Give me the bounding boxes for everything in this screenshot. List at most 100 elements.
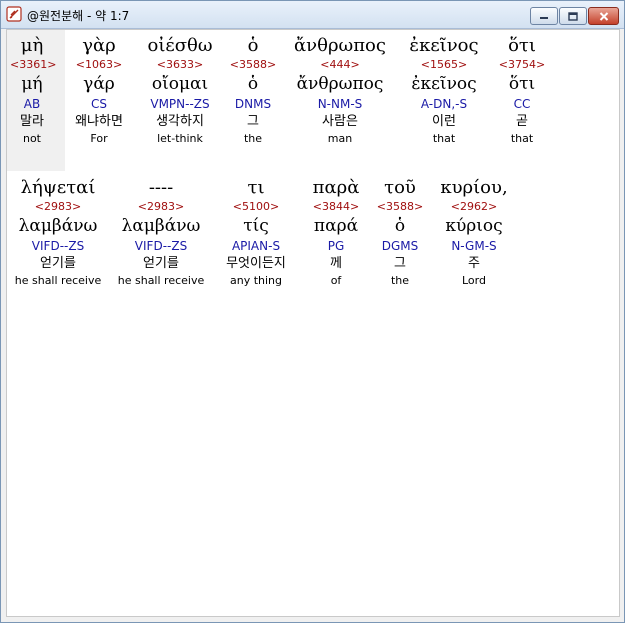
word-column[interactable]: ὁ <3588> ὁ DNMS 그 the xyxy=(227,34,279,146)
morphology-code: CS xyxy=(91,97,107,111)
korean-gloss: 사람은 xyxy=(322,114,358,129)
english-gloss: let-think xyxy=(157,132,203,145)
word-column[interactable]: γὰρ <1063> γάρ CS 왜냐하면 For xyxy=(64,34,134,146)
morphology-code: APIAN-S xyxy=(231,239,281,253)
morphology-code: VMPN--ZS xyxy=(150,97,210,111)
english-gloss: of xyxy=(330,274,342,287)
strong-number: <1565> xyxy=(420,58,468,71)
korean-gloss: 그 xyxy=(394,256,406,271)
korean-gloss: 주 xyxy=(468,256,480,271)
english-gloss: the xyxy=(390,274,410,287)
word-column[interactable]: λήψεταί <2983> λαμβάνω VIFD--ZS 얻기를 he s… xyxy=(7,176,109,288)
korean-gloss: 생각하지 xyxy=(156,114,204,129)
english-gloss: Lord xyxy=(462,274,486,287)
morphology-code: N-GM-S xyxy=(451,239,497,253)
window-title: @원전분해 - 약 1:7 xyxy=(27,9,130,23)
morphology-code: CC xyxy=(513,97,531,111)
lemma: οἴομαι xyxy=(151,74,209,94)
english-gloss: that xyxy=(510,132,534,145)
strong-number: <2983> xyxy=(34,200,82,213)
strong-number: <3633> xyxy=(156,58,204,71)
english-gloss: he shall receive xyxy=(14,274,102,287)
minimize-button[interactable] xyxy=(530,7,558,25)
english-gloss: For xyxy=(90,132,108,145)
lemma: ἐκεῖνος xyxy=(411,74,477,94)
strong-number: <3754> xyxy=(498,58,546,71)
english-gloss: not xyxy=(22,132,41,145)
word-column[interactable]: τοῦ <3588> ὁ DGMS 그 the xyxy=(373,176,427,288)
lemma: ἄνθρωπος xyxy=(296,74,384,94)
lemma: κύριος xyxy=(445,216,503,236)
greek-word: ὁ xyxy=(247,35,259,56)
greek-word: τι xyxy=(247,177,265,198)
greek-word: μὴ xyxy=(20,35,44,56)
english-gloss: he shall receive xyxy=(117,274,205,287)
strong-number: <5100> xyxy=(232,200,280,213)
morphology-code: VIFD--ZS xyxy=(31,239,85,253)
word-column[interactable]: ὅτι <3754> ὅτι CC 곧 that xyxy=(495,34,549,146)
greek-word: οἰέσθω xyxy=(147,35,213,56)
title-bar[interactable]: @원전분해 - 약 1:7 xyxy=(1,1,624,29)
lemma: ὅτι xyxy=(508,74,536,94)
korean-gloss: 얻기를 xyxy=(143,256,179,271)
lemma: ὁ xyxy=(247,74,259,94)
strong-number: <3361> xyxy=(10,58,57,71)
lemma: λαμβάνω xyxy=(121,216,201,236)
maximize-icon xyxy=(568,11,578,21)
feather-pen-icon xyxy=(6,6,22,22)
english-gloss: the xyxy=(243,132,263,145)
strong-number: <2983> xyxy=(137,200,185,213)
greek-word: ---- xyxy=(148,177,174,198)
word-column[interactable]: τι <5100> τίς APIAN-S 무엇이든지 any thing xyxy=(213,176,299,288)
greek-word: παρὰ xyxy=(312,177,360,198)
korean-gloss: 곧 xyxy=(516,114,528,129)
close-icon xyxy=(599,11,608,21)
word-column[interactable]: μὴ <3361> μή AB 말라 not xyxy=(10,34,57,146)
minimize-icon xyxy=(540,17,548,19)
strong-number: <1063> xyxy=(75,58,123,71)
greek-word: γὰρ xyxy=(82,35,116,56)
maximize-button[interactable] xyxy=(559,7,587,25)
lemma: παρά xyxy=(313,216,359,236)
english-gloss: any thing xyxy=(229,274,282,287)
morphology-code: N-NM-S xyxy=(317,97,363,111)
lemma: τίς xyxy=(243,216,269,236)
morphology-code: VIFD--ZS xyxy=(134,239,188,253)
greek-word: τοῦ xyxy=(384,177,416,198)
greek-word: κυρίου, xyxy=(440,177,508,198)
morphology-code: DNMS xyxy=(234,97,272,111)
english-gloss: man xyxy=(327,132,353,145)
morphology-code: PG xyxy=(327,239,345,253)
lemma: λαμβάνω xyxy=(18,216,98,236)
korean-gloss: 이런 xyxy=(432,114,456,129)
word-column[interactable]: ---- <2983> λαμβάνω VIFD--ZS 얻기를 he shal… xyxy=(111,176,211,288)
interlinear-panel: μὴ <3361> μή AB 말라 not γὰρ <1063> γάρ CS… xyxy=(6,29,620,617)
strong-number: <444> xyxy=(320,58,360,71)
strong-number: <3588> xyxy=(229,58,277,71)
morphology-code: A-DN,-S xyxy=(420,97,468,111)
close-button[interactable] xyxy=(588,7,619,25)
korean-gloss: 그 xyxy=(247,114,259,129)
strong-number: <3844> xyxy=(312,200,360,213)
word-column[interactable]: κυρίου, <2962> κύριος N-GM-S 주 Lord xyxy=(429,176,519,288)
word-column[interactable]: οἰέσθω <3633> οἴομαι VMPN--ZS 생각하지 let-t… xyxy=(137,34,223,146)
morphology-code: AB xyxy=(23,97,41,111)
lemma: μή xyxy=(21,74,43,94)
strong-number: <3588> xyxy=(376,200,424,213)
korean-gloss: 왜냐하면 xyxy=(75,114,123,129)
greek-word: ὅτι xyxy=(508,35,536,56)
lemma: γάρ xyxy=(83,74,115,94)
word-column[interactable]: ἐκεῖνος <1565> ἐκεῖνος A-DN,-S 이런 that xyxy=(399,34,489,146)
english-gloss: that xyxy=(432,132,456,145)
lemma: ὁ xyxy=(394,216,406,236)
morphology-code: DGMS xyxy=(381,239,419,253)
korean-gloss: 얻기를 xyxy=(40,256,76,271)
greek-word: λήψεταί xyxy=(20,177,96,198)
korean-gloss: 말라 xyxy=(20,114,44,129)
korean-gloss: 무엇이든지 xyxy=(226,256,286,271)
korean-gloss: 께 xyxy=(330,256,342,271)
word-column[interactable]: παρὰ <3844> παρά PG 께 of xyxy=(301,176,371,288)
greek-word: ἐκεῖνος xyxy=(409,35,479,56)
app-window: @원전분해 - 약 1:7 μὴ <3361> μή AB 말라 not γὰρ… xyxy=(0,0,625,623)
word-column[interactable]: ἄνθρωπος <444> ἄνθρωπος N-NM-S 사람은 man xyxy=(285,34,395,146)
